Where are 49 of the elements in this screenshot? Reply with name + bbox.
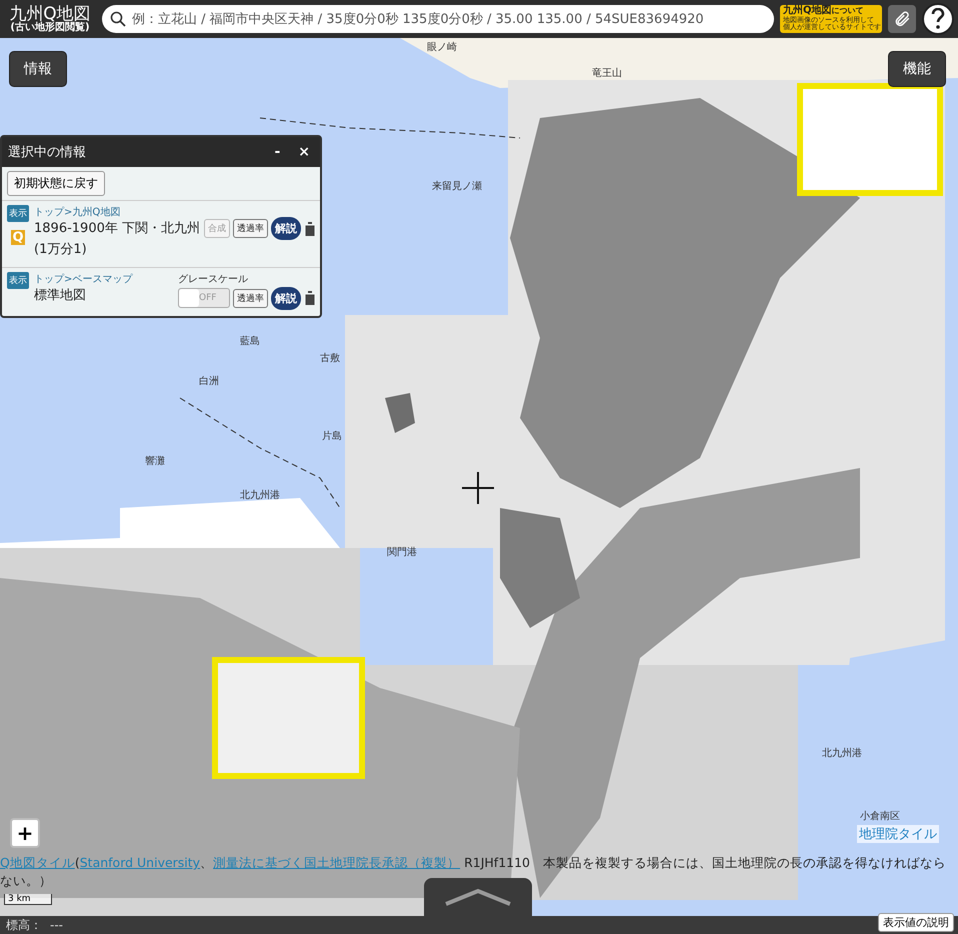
place-label: 藍島	[239, 334, 261, 348]
paperclip-button[interactable]	[888, 5, 916, 33]
trash-icon[interactable]	[304, 222, 316, 236]
zoom-in-button[interactable]: +	[10, 818, 40, 848]
display-badge: 表示	[7, 272, 29, 289]
expand-button[interactable]	[424, 878, 532, 916]
attribution-text: Q地図タイル(Stanford University、測量法に基づく国土地理院長承認（複製） R1JHf1110 本製品を複製する場合には、国土地理院の長の承認を得なければならない。）	[0, 854, 946, 890]
explain-button[interactable]: 解説	[271, 217, 301, 240]
layer-name: 標準地図	[34, 286, 87, 305]
function-button[interactable]: 機能	[888, 51, 946, 87]
place-label: 来留見ノ瀬	[431, 180, 483, 193]
elevation-label: 標高：	[6, 916, 42, 934]
logo-title: 九州Q地図	[9, 6, 91, 22]
place-label: 響灘	[144, 454, 166, 468]
place-label: 小倉南区	[859, 810, 901, 823]
place-label: 白洲	[198, 374, 220, 388]
q-mark: Q	[11, 230, 25, 245]
trash-icon[interactable]	[304, 291, 316, 306]
help-button[interactable]	[922, 3, 954, 35]
reset-button[interactable]: 初期状態に戻す	[7, 171, 105, 196]
place-label: 片島	[321, 430, 343, 443]
minimize-button[interactable]: -	[270, 144, 284, 160]
layer-name: 1896-1900年 下関・北九州(1万分1)	[34, 220, 200, 259]
paperclip-icon	[893, 10, 911, 28]
panel-title: 選択中の情報	[8, 144, 87, 161]
close-button[interactable]: ×	[294, 144, 314, 160]
explain-button[interactable]: 解説	[271, 286, 301, 310]
search-icon	[110, 11, 126, 27]
place-label: 北九州港	[239, 488, 281, 502]
scale-bar: 3 km	[4, 894, 52, 905]
place-label: 眼ノ崎	[426, 40, 458, 54]
value-help-button[interactable]: 表示値の説明	[878, 913, 954, 932]
question-mark-icon	[930, 8, 946, 30]
grayscale-label: グレースケール	[178, 272, 248, 286]
layer-path: トップ>ベースマップ	[34, 272, 134, 286]
chevron-up-icon	[443, 887, 513, 907]
tile-source-label: 地理院タイル	[857, 825, 939, 843]
place-label: 古敷	[319, 352, 341, 365]
place-label: 竜王山	[591, 66, 623, 80]
layer-path: トップ>九州Q地図	[34, 206, 122, 219]
search-field[interactable]: 例：立花山 / 福岡市中央区天神 / 35度0分0秒 135度0分0秒 / 35.00 135.00 / 54SUE83694920	[102, 5, 774, 33]
place-label: 関門港	[386, 546, 418, 559]
info-button[interactable]: 情報	[9, 51, 67, 87]
logo-subtitle: (古い地形図閲覧)	[10, 22, 90, 32]
elevation-value: ---	[50, 918, 63, 932]
opacity-button[interactable]: 透過率	[233, 219, 268, 238]
display-badge: 表示	[7, 205, 29, 222]
opacity-button[interactable]: 透過率	[233, 288, 268, 308]
place-label: 北九州港	[821, 746, 863, 760]
